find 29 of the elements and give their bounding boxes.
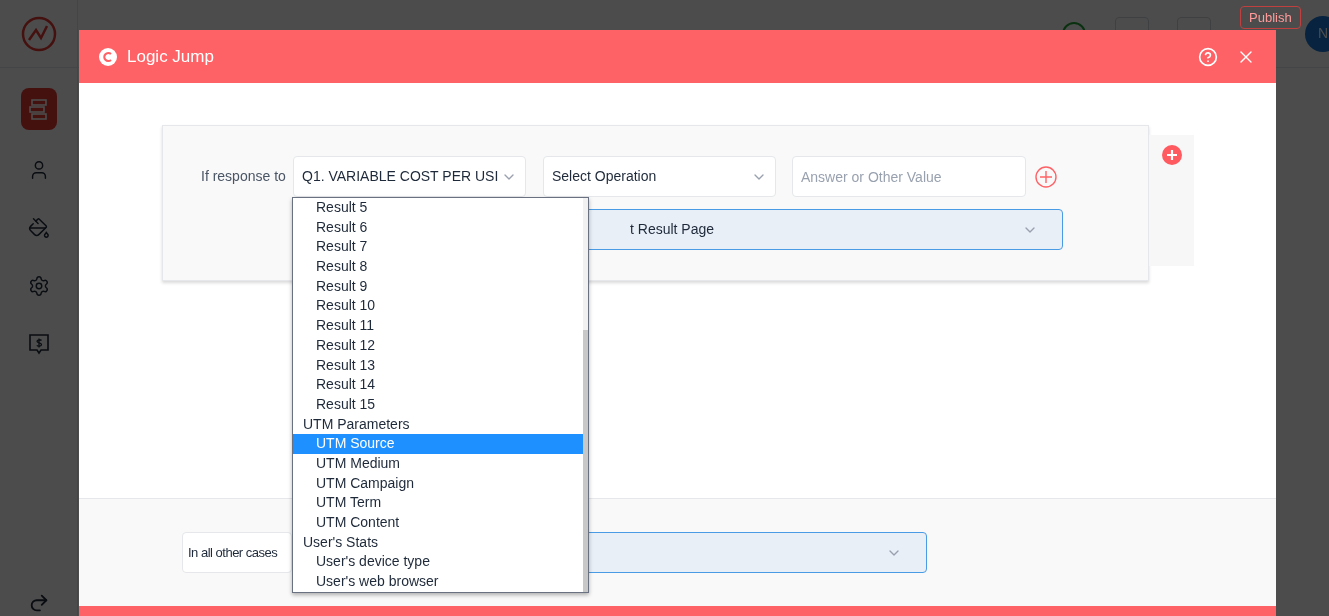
dropdown-option[interactable]: Result 7 xyxy=(293,237,583,258)
answer-input[interactable]: Answer or Other Value xyxy=(792,156,1026,197)
dropdown-option[interactable]: Result 5 xyxy=(293,198,583,218)
help-icon[interactable] xyxy=(1198,46,1218,67)
dropdown-option[interactable]: Result 10 xyxy=(293,296,583,317)
logo-icon xyxy=(99,47,117,66)
dropdown-option[interactable]: Result 15 xyxy=(293,394,583,415)
add-condition-icon[interactable] xyxy=(1035,165,1057,188)
dropdown-option[interactable]: Result 8 xyxy=(293,257,583,277)
dropdown-option[interactable]: Result 12 xyxy=(293,335,583,356)
dropdown-option[interactable]: UTM Medium xyxy=(293,453,583,474)
option-group-label: UTM Parameters xyxy=(302,414,411,434)
dropdown-option[interactable]: UTM Term xyxy=(293,493,583,513)
dialog-title: Logic Jump xyxy=(127,45,214,68)
publish-button[interactable]: Publish xyxy=(1240,6,1301,29)
dropdown-option[interactable]: UTM Campaign xyxy=(293,473,583,494)
dropdown-option[interactable]: Result 13 xyxy=(293,355,583,376)
dropdown-option[interactable]: UTM Content xyxy=(293,513,583,533)
dropdown-option[interactable]: User's device type xyxy=(293,552,583,573)
dropdown-option[interactable]: User's web browser xyxy=(293,572,583,592)
dropdown-option[interactable]: Result 9 xyxy=(293,276,583,297)
option-group-label: User's Stats xyxy=(302,532,380,552)
dropdown-option[interactable]: Result 6 xyxy=(293,217,583,238)
dropdown-option[interactable]: Result 14 xyxy=(293,375,583,395)
fallback-label: In all other cases xyxy=(182,532,292,573)
dropdown-option[interactable]: Result 11 xyxy=(293,316,583,336)
operation-select[interactable]: Select Operation xyxy=(543,156,776,197)
question-select[interactable]: Q1. VARIABLE COST PER USI xyxy=(293,156,526,197)
scrollbar[interactable] xyxy=(583,198,588,592)
